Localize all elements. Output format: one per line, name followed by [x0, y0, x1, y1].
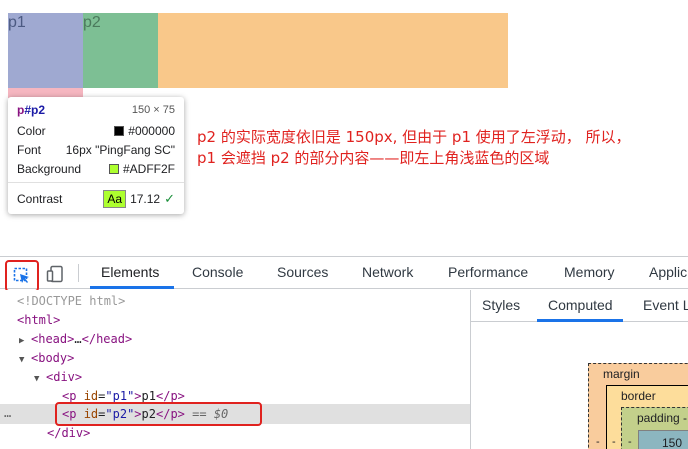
tooltip-size: 150 × 75 — [131, 104, 175, 116]
collapse-triangle-icon[interactable]: ▼ — [19, 351, 31, 370]
toolbar-separator — [78, 264, 79, 282]
padding-left-value: - — [628, 436, 632, 448]
inspect-element-button[interactable] — [5, 260, 39, 292]
dom-div[interactable]: ▼ <div> — [34, 368, 82, 387]
devtools-toolbar: Elements Console Sources Network Perform… — [0, 257, 688, 292]
elements-dom-tree: <!DOCTYPE html> <html> ▶ <head>…</head> ▼… — [0, 290, 470, 449]
annotation-line-1: p2 的实际宽度依旧是 150px, 但由于 p1 使用了左浮动， 所以， — [197, 128, 631, 146]
tooltip-label: Contrast — [17, 192, 63, 206]
tab-sources[interactable]: Sources — [277, 257, 328, 289]
annotation-line-2: p1 会遮挡 p2 的部分内容——即左上角浅蓝色的区域 — [197, 149, 550, 167]
tooltip-value: #ADFF2F — [122, 162, 175, 176]
tooltip-value: #000000 — [128, 124, 175, 138]
inspect-tooltip: p#p2 150 × 75 Color #000000 Font 16px "P… — [8, 97, 184, 214]
dom-doctype[interactable]: <!DOCTYPE html> — [17, 292, 125, 311]
tab-performance[interactable]: Performance — [448, 257, 528, 289]
device-toolbar-icon — [46, 265, 63, 283]
tab-console[interactable]: Console — [192, 257, 243, 289]
contrast-badge: Aa — [103, 190, 127, 208]
tooltip-label: Color — [17, 124, 46, 138]
devtools-panel: Elements Console Sources Network Perform… — [0, 256, 688, 449]
color-swatch-icon — [108, 164, 119, 174]
tab-elements[interactable]: Elements — [101, 257, 159, 289]
tooltip-value: 16px "PingFang SC" — [65, 143, 175, 157]
tooltip-row-contrast: Contrast Aa 17.12 ✓ — [17, 190, 175, 208]
contrast-value: 17.12 — [130, 192, 161, 206]
inspect-element-icon — [13, 267, 29, 283]
page-viewport: p1 p2 p#p2 150 × 75 Color #000000 Font 1… — [0, 0, 688, 256]
dom-body[interactable]: ▼ <body> — [19, 349, 74, 368]
p2-text: p2 — [83, 14, 101, 31]
check-icon: ✓ — [164, 191, 175, 206]
dom-head[interactable]: ▶ <head>…</head> — [19, 330, 132, 349]
tab-network[interactable]: Network — [362, 257, 413, 289]
tooltip-row-background: Background #ADFF2F — [17, 160, 175, 178]
side-pane: Styles Computed Event L margin border pa… — [470, 290, 688, 449]
div-container-highlight — [158, 13, 508, 88]
margin-left-value: - — [596, 436, 600, 448]
border-left-value: - — [612, 436, 616, 448]
tab-styles[interactable]: Styles — [482, 290, 520, 322]
tooltip-element-name: p#p2 — [17, 103, 46, 117]
tooltip-header: p#p2 150 × 75 — [17, 101, 175, 119]
tab-computed[interactable]: Computed — [548, 290, 613, 322]
collapse-triangle-icon[interactable]: ▼ — [34, 370, 46, 389]
active-tab-indicator — [90, 286, 174, 289]
tooltip-label: Font — [17, 143, 42, 157]
border-label: border — [621, 389, 656, 403]
color-swatch-icon — [114, 126, 125, 136]
tooltip-row-font: Font 16px "PingFang SC" — [17, 141, 175, 159]
tooltip-label: Background — [17, 162, 82, 176]
side-pane-tabs: Styles Computed Event L — [471, 290, 688, 322]
selected-node-annotation — [55, 402, 262, 426]
tooltip-row-color: Color #000000 — [17, 122, 175, 140]
device-toolbar-button[interactable] — [44, 263, 66, 285]
tab-memory[interactable]: Memory — [564, 257, 615, 289]
content-width-value: 150 — [662, 436, 683, 449]
annotation-note: p2 的实际宽度依旧是 150px, 但由于 p1 使用了左浮动， 所以， p1… — [197, 127, 688, 169]
dom-div-close[interactable]: </div> — [47, 424, 90, 443]
margin-label: margin — [603, 367, 640, 381]
active-side-tab-indicator — [537, 319, 623, 322]
p1-text: p1 — [8, 14, 26, 31]
more-options-icon[interactable]: … — [4, 404, 11, 422]
padding-label: padding - — [637, 411, 688, 425]
dom-html[interactable]: <html> — [17, 311, 60, 330]
tab-application[interactable]: Applic — [649, 257, 687, 289]
tab-event-listeners[interactable]: Event L — [643, 290, 688, 322]
tooltip-divider — [8, 182, 184, 183]
